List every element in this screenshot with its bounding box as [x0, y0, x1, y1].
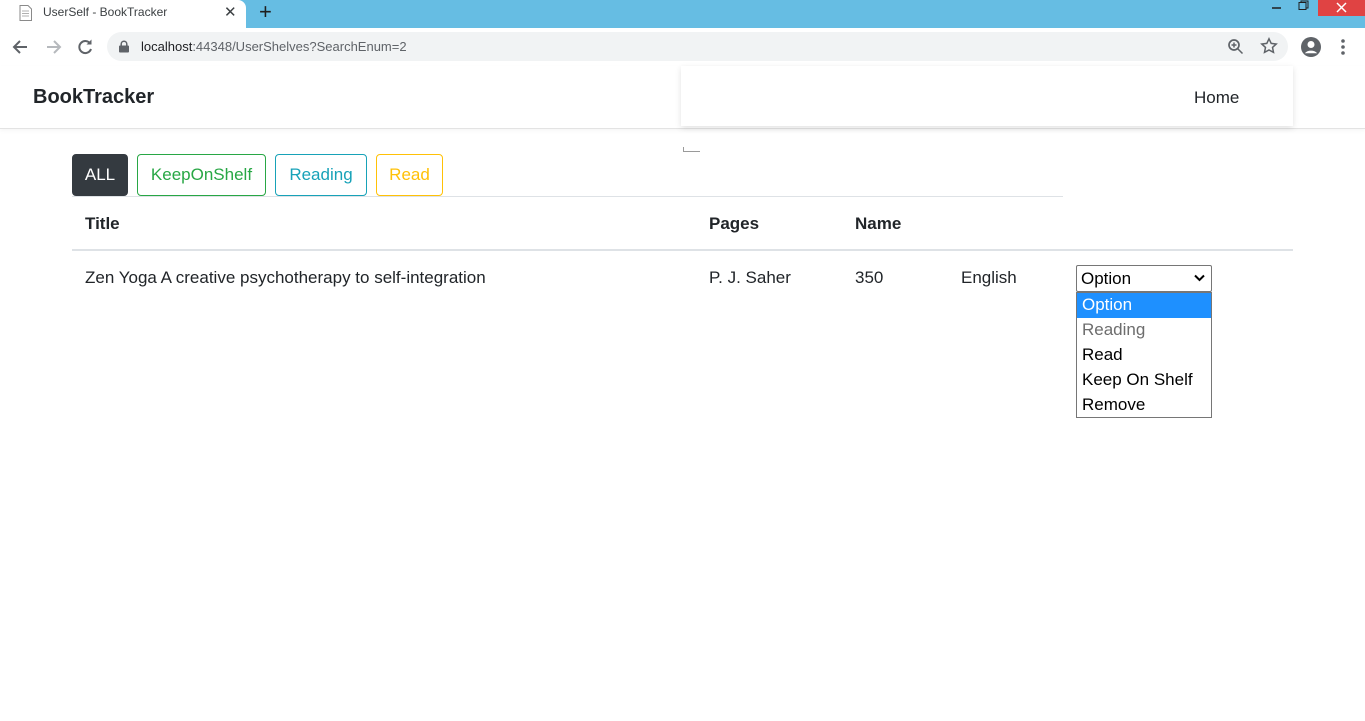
- cell-author: P. J. Saher: [709, 268, 791, 287]
- cell-language: English: [961, 268, 1017, 287]
- table-top-border: [72, 196, 1063, 197]
- option-remove[interactable]: Remove: [1077, 393, 1211, 418]
- shelf-status-dropdown-list: Option Reading Read Keep On Shelf Remove: [1076, 292, 1212, 418]
- option-reading: Reading: [1082, 320, 1146, 339]
- column-header-pages: Pages: [709, 214, 760, 233]
- cell-book-title: Zen Yoga A creative psychotherapy to sel…: [85, 268, 486, 287]
- kebab-menu-icon[interactable]: [1336, 37, 1350, 57]
- nav-collapse-panel: Home: [681, 66, 1293, 126]
- reload-icon[interactable]: [74, 36, 96, 58]
- table-header-divider: [72, 249, 1293, 251]
- column-header-title: Title: [85, 214, 120, 233]
- restore-icon: [1298, 0, 1309, 10]
- option-keep-on-shelf[interactable]: Keep On Shelf: [1077, 368, 1211, 393]
- new-tab-icon[interactable]: +: [259, 0, 272, 24]
- back-arrow-icon[interactable]: [10, 36, 32, 58]
- browser-tab-strip: UserSelf - BookTracker ✕ +: [0, 0, 1365, 28]
- url-path: :44348/UserShelves?SearchEnum=2: [192, 39, 407, 54]
- brand-logo-link[interactable]: BookTracker: [33, 86, 154, 109]
- close-tab-icon[interactable]: ✕: [224, 3, 237, 21]
- close-window-button[interactable]: [1318, 0, 1365, 16]
- site-navbar: BookTracker Home: [0, 66, 1365, 129]
- column-header-name: Name: [855, 214, 902, 233]
- url-text: localhost:44348/UserShelves?SearchEnum=2: [141, 39, 407, 54]
- url-host: localhost: [141, 39, 193, 54]
- option-default[interactable]: Option: [1077, 293, 1211, 318]
- restore-window-button[interactable]: [1286, 0, 1320, 16]
- browser-tab[interactable]: UserSelf - BookTracker ✕: [0, 0, 246, 28]
- option-read[interactable]: Read: [1077, 343, 1211, 368]
- browser-toolbar: localhost:44348/UserShelves?SearchEnum=2: [0, 28, 1365, 67]
- chevron-down-icon: [1194, 274, 1205, 282]
- page-icon: [19, 5, 32, 21]
- nav-link-home[interactable]: Home: [1194, 88, 1239, 108]
- resize-handle-icon: [683, 147, 700, 152]
- shelf-status-select[interactable]: Option: [1076, 265, 1212, 292]
- filter-all-button[interactable]: ALL: [72, 154, 128, 196]
- bookmark-star-icon[interactable]: [1260, 37, 1278, 55]
- lock-icon: [119, 40, 129, 53]
- zoom-icon[interactable]: [1227, 38, 1244, 55]
- filter-reading-button[interactable]: Reading: [275, 154, 367, 196]
- forward-arrow-icon[interactable]: [42, 36, 64, 58]
- tab-title: UserSelf - BookTracker: [43, 5, 168, 19]
- profile-avatar-icon[interactable]: [1300, 36, 1322, 58]
- cell-pages: 350: [855, 268, 884, 287]
- address-bar[interactable]: localhost:44348/UserShelves?SearchEnum=2: [107, 32, 1288, 61]
- close-icon: [1336, 2, 1347, 13]
- filter-read-button[interactable]: Read: [376, 154, 443, 196]
- select-current-value: Option: [1081, 269, 1132, 288]
- filter-keep-on-shelf-button[interactable]: KeepOnShelf: [137, 154, 266, 196]
